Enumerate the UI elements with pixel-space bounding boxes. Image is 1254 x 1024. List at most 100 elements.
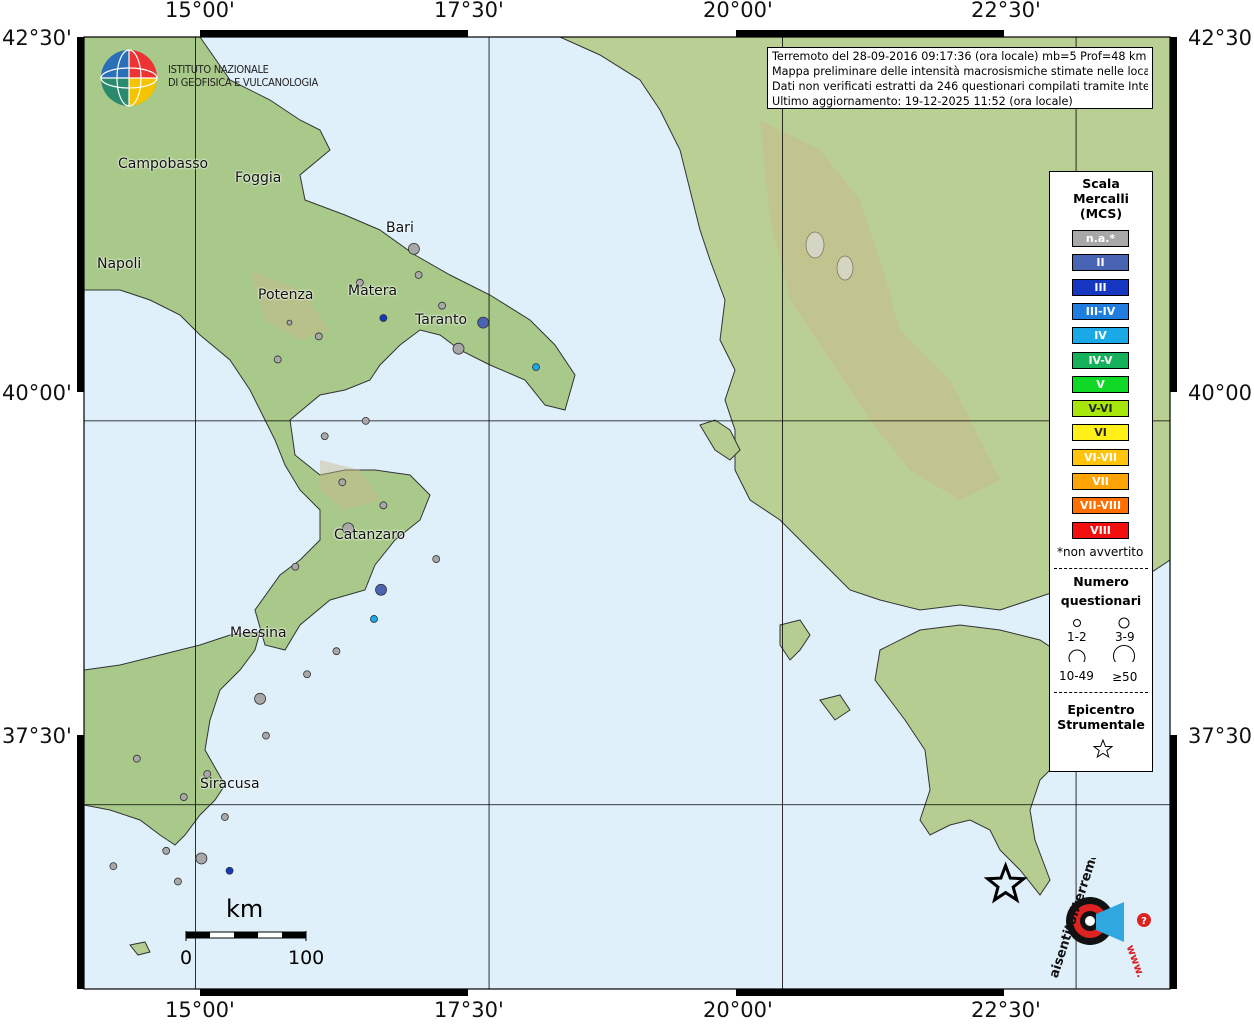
- lon-label-top-3: 20°00': [703, 0, 773, 22]
- lat-label-right-2: 40°00': [1188, 381, 1254, 405]
- frame-tick-bar: [200, 989, 468, 996]
- count-symbol-xlarge: [1113, 645, 1135, 662]
- observation-point: [408, 242, 420, 255]
- observation-point: [361, 416, 370, 425]
- city-label-matera: Matera: [348, 283, 398, 299]
- observation-point: [414, 271, 423, 279]
- mcs-class-ii: II: [1072, 254, 1129, 272]
- mcs-class-iv-v: IV-V: [1072, 351, 1129, 369]
- lon-label-bottom-2: 17°30': [434, 998, 504, 1022]
- observation-point: [254, 692, 267, 705]
- watermark-www: www.: [1124, 943, 1148, 978]
- observation-point: [195, 852, 208, 865]
- observation-point: [452, 342, 465, 355]
- lat-label-left-3: 37°30': [2, 724, 72, 748]
- lon-label-bottom-1: 15°00': [165, 998, 235, 1022]
- epicenter-title-line1: Epicentro: [1067, 702, 1135, 717]
- count-title-line2: questionari: [1060, 593, 1142, 608]
- observation-point: [332, 647, 341, 656]
- city-label-foggia: Foggia: [235, 170, 282, 186]
- event-info-line3: Dati non verificati estratti da 246 ques…: [772, 80, 1148, 93]
- observation-point: [379, 314, 388, 322]
- observation-point: [379, 501, 388, 510]
- ingv-name-line1: ISTITUTO NAZIONALE: [168, 63, 269, 76]
- frame-tick-bar: [1170, 37, 1177, 392]
- ingv-logo: ISTITUTO NAZIONALE DI GEOFISICA E VULCAN…: [98, 47, 318, 109]
- city-label-catanzaro: Catanzaro: [334, 527, 406, 543]
- legend-title-line2: Mercalli: [1073, 191, 1129, 206]
- scale-unit: km: [226, 895, 264, 923]
- lon-label-bottom-4: 22°30': [971, 998, 1041, 1022]
- scale-bar: km 0 100: [180, 895, 330, 975]
- mcs-class-vii: VII: [1072, 473, 1129, 490]
- count-label-1-2: 1-2: [1067, 630, 1087, 644]
- city-label-potenza: Potenza: [258, 287, 314, 303]
- observation-point: [375, 583, 387, 596]
- city-label-messina: Messina: [230, 625, 287, 641]
- mcs-class-v-vi: V-VI: [1072, 400, 1129, 418]
- observation-point: [162, 846, 171, 855]
- observation-point: [174, 877, 182, 886]
- mcs-class-vi-vii: VI-VII: [1072, 448, 1129, 466]
- scale-bar-graphic: [185, 931, 307, 941]
- lat-label-right-1: 42°30': [1188, 26, 1254, 50]
- legend-divider: [1054, 568, 1148, 569]
- ingv-name-line2: DI GEOFISICA E VULCANOLOGIA: [168, 76, 318, 89]
- scale-max: 100: [288, 947, 325, 969]
- observation-point: [220, 813, 229, 821]
- epicenter-title-line2: Strumentale: [1057, 717, 1145, 732]
- lon-label-top-2: 17°30': [434, 0, 504, 22]
- observation-point: [338, 478, 347, 487]
- observation-point: [532, 363, 540, 372]
- count-label-3-9: 3-9: [1115, 630, 1135, 644]
- observation-point: [320, 432, 329, 441]
- legend-footnote: *non avvertito: [1057, 545, 1144, 559]
- observation-point: [370, 615, 378, 623]
- observation-point: [286, 319, 293, 326]
- mcs-class-iii: III: [1072, 278, 1129, 296]
- mcs-class-v: V: [1072, 375, 1129, 393]
- legend: Scala Mercalli (MCS) n.a.* II III III-IV IV I…: [1049, 171, 1153, 772]
- legend-divider-2: [1054, 692, 1148, 693]
- city-label-campobasso: Campobasso: [118, 156, 209, 172]
- city-label-napoli: Napoli: [97, 256, 142, 272]
- observation-point: [109, 862, 118, 871]
- lat-label-left-2: 40°00': [2, 381, 72, 405]
- legend-title-line1: Scala: [1082, 176, 1120, 191]
- observation-point: [438, 301, 446, 310]
- observation-point: [132, 754, 141, 763]
- lon-label-top-4: 22°30': [971, 0, 1041, 22]
- count-size-symbols: [1068, 617, 1135, 662]
- count-title-line1: Numero: [1073, 574, 1129, 589]
- frame-tick-bar: [200, 30, 468, 37]
- frame-tick-bar: [736, 30, 1004, 37]
- city-label-siracusa: Siracusa: [200, 776, 260, 792]
- legend-title-line3: (MCS): [1079, 206, 1123, 221]
- lat-label-left-1: 42°30': [2, 26, 72, 50]
- count-symbol-small: [1073, 619, 1081, 627]
- observation-point: [314, 332, 323, 341]
- frame-tick-bar: [736, 989, 1004, 996]
- haisentito-watermark: ? haisentitoilterremoto.it www.: [1044, 858, 1151, 978]
- mcs-class-viii: VIII: [1072, 521, 1129, 539]
- frame-tick-bar: [77, 735, 84, 989]
- count-symbol-medium: [1118, 617, 1130, 629]
- event-info-line4: Ultimo aggiornamento: 19-12-2025 11:52 (…: [772, 95, 1073, 108]
- ingv-globe-icon: [100, 49, 158, 107]
- frame-tick-bar: [77, 37, 84, 392]
- mcs-class-iii-iv: III-IV: [1072, 302, 1129, 320]
- lat-label-right-3: 37°30': [1188, 724, 1254, 748]
- count-label-50: ≥50: [1112, 670, 1138, 684]
- scale-min: 0: [180, 947, 193, 969]
- observation-point: [273, 355, 282, 364]
- count-label-10-49: 10-49: [1059, 669, 1094, 683]
- frame-tick-bar: [1170, 735, 1177, 989]
- lon-label-top-1: 15°00': [165, 0, 235, 22]
- observation-point: [303, 670, 311, 679]
- svg-text:?: ?: [1141, 916, 1147, 927]
- observation-point: [432, 555, 441, 563]
- event-info-line2: Mappa preliminare delle intensità macros…: [772, 65, 1148, 78]
- city-label-taranto: Taranto: [415, 312, 468, 328]
- observation-point: [477, 316, 490, 329]
- epicenter-star-icon: [1093, 739, 1113, 759]
